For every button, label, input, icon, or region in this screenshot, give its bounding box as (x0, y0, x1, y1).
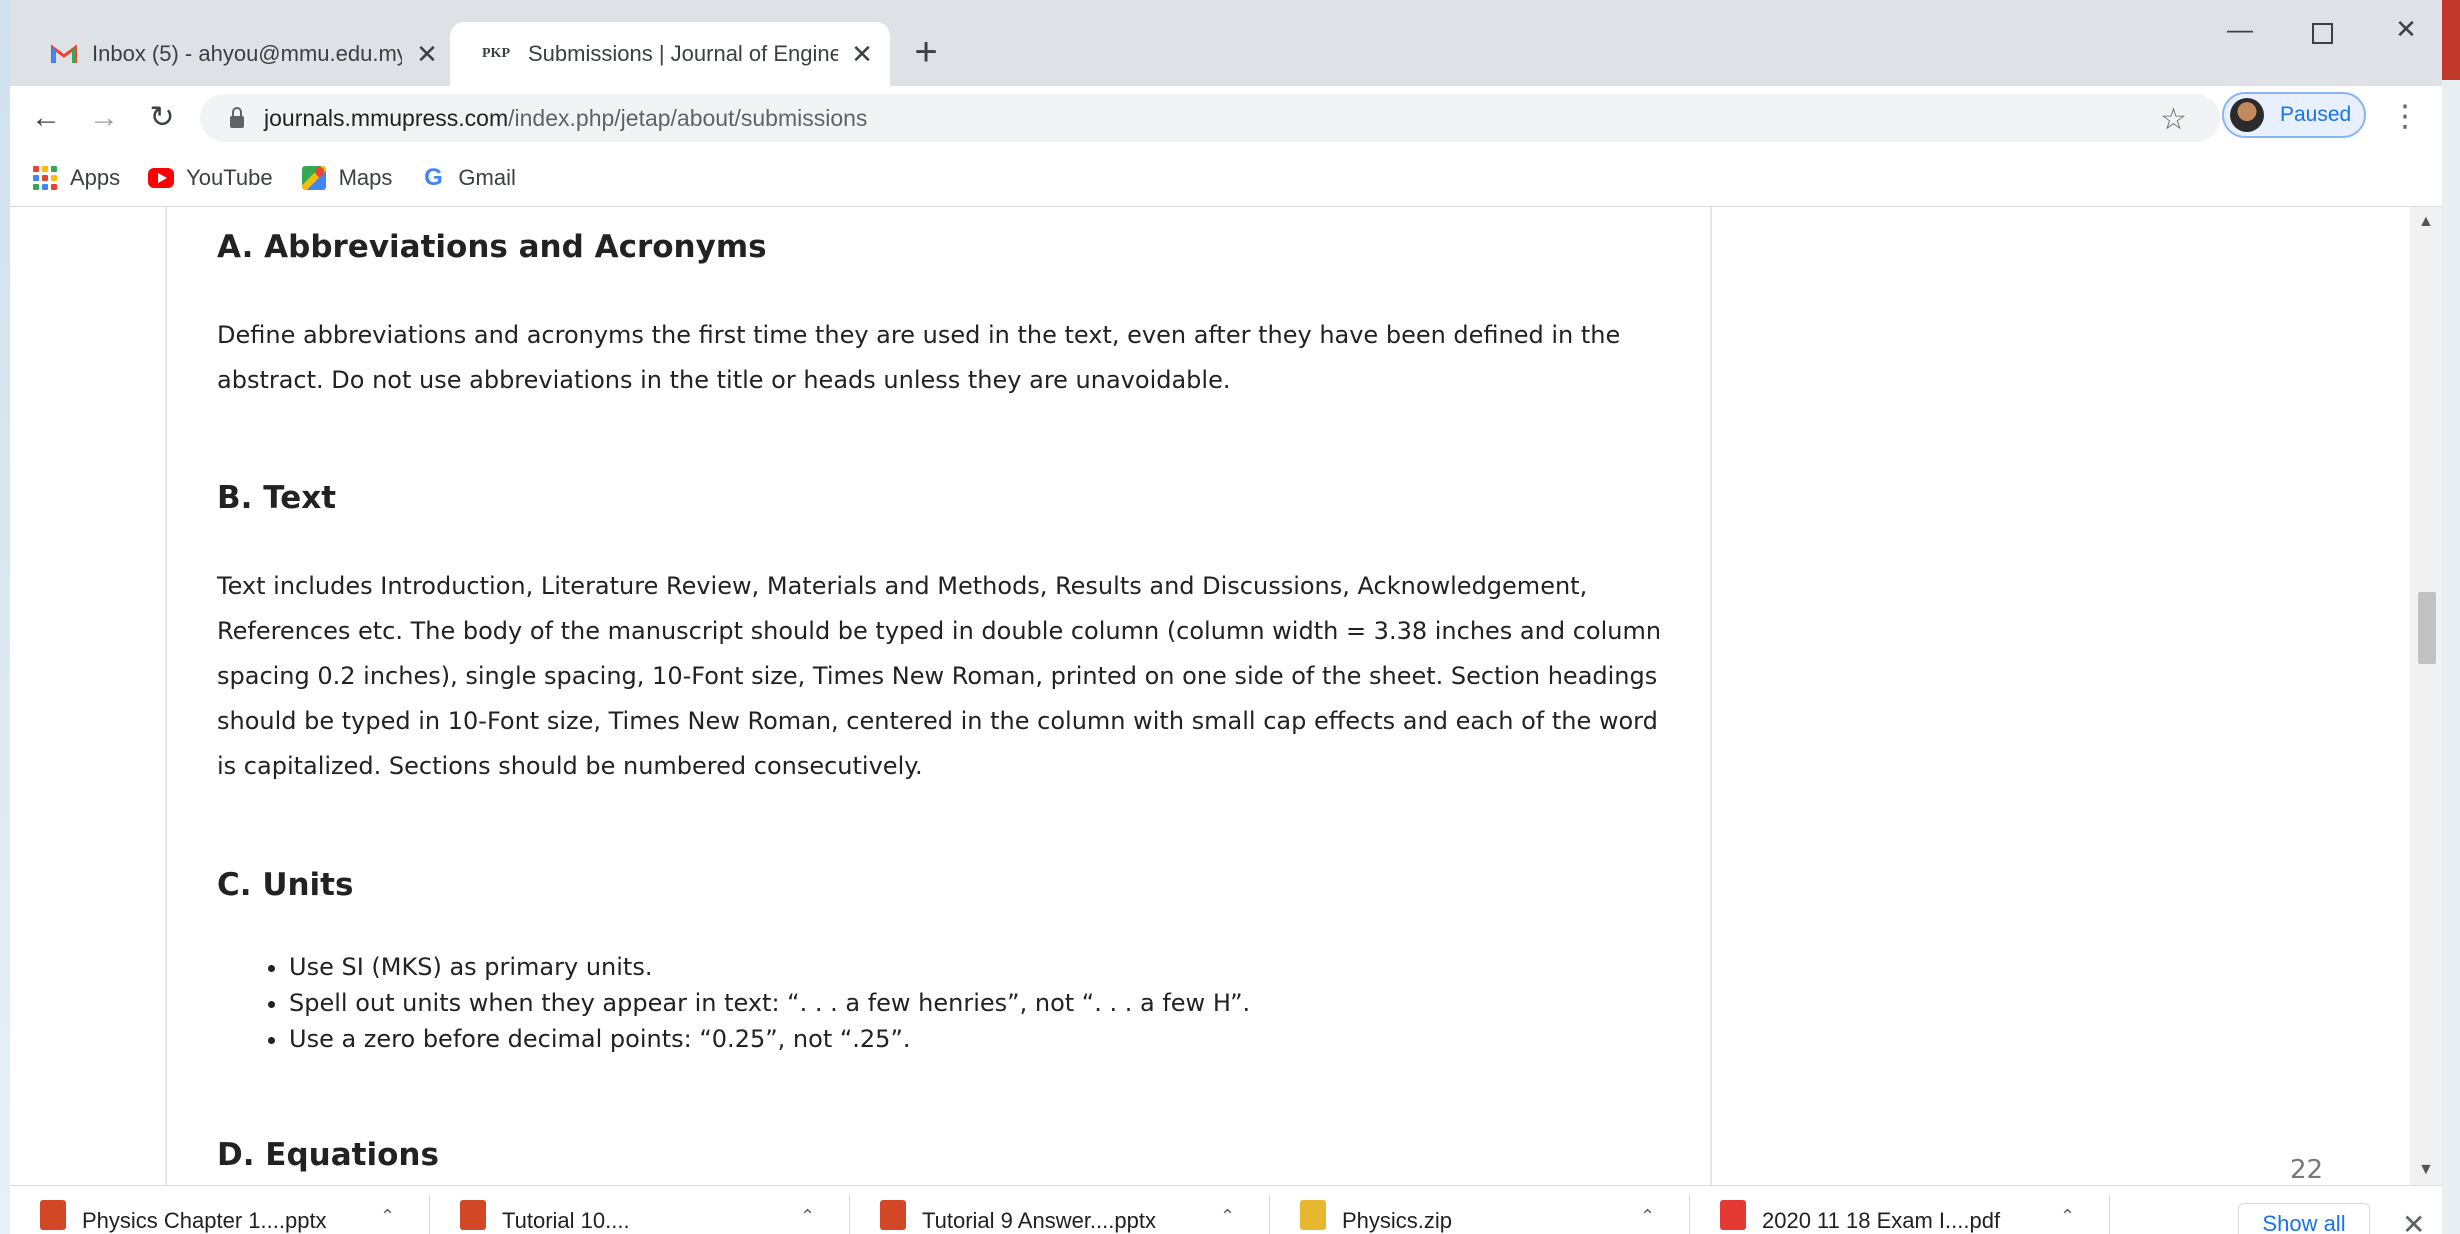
slide-page-number: 22 (2290, 1155, 2324, 1185)
tab-submissions[interactable]: PKP Submissions | Journal of Engineering… (450, 22, 890, 86)
profile-button[interactable]: Paused (2222, 92, 2366, 138)
chevron-up-icon[interactable]: ⌃ (380, 1206, 395, 1227)
youtube-icon (148, 165, 175, 191)
download-item[interactable]: Physics.zip ⌃ (1270, 1186, 1690, 1234)
section-body-abbreviations: Define abbreviations and acronyms the fi… (217, 321, 1621, 394)
download-item[interactable]: Physics Chapter 1....pptx ⌃ (10, 1186, 430, 1234)
tab-strip: Inbox (5) - ahyou@mmu.edu.my ✕ PKP Submi… (10, 0, 2442, 86)
list-item: Use a zero before decimal points: “0.25”… (289, 1021, 1250, 1057)
bookmark-label: Gmail (458, 165, 516, 190)
scroll-up-icon[interactable]: ▲ (2418, 213, 2434, 231)
pptx-file-icon (460, 1200, 486, 1230)
tab-title: Inbox (5) - ahyou@mmu.edu.my (92, 41, 402, 66)
bookmark-gmail[interactable]: G Gmail (420, 164, 516, 191)
download-bar: Physics Chapter 1....pptx ⌃ Tutorial 10.… (10, 1185, 2442, 1234)
section-body-text: Text includes Introduction, Literature R… (217, 572, 1662, 780)
download-item[interactable]: Tutorial 9 Answer....pptx ⌃ (850, 1186, 1270, 1234)
google-icon: G (424, 164, 443, 191)
bookmark-label: Apps (70, 165, 121, 190)
close-tab-icon[interactable]: ✕ (848, 40, 876, 68)
pptx-file-icon (880, 1200, 906, 1230)
reload-button[interactable]: ↻ (142, 98, 182, 138)
units-list: Use SI (MKS) as primary units. Spell out… (217, 949, 1250, 1057)
pdf-file-icon (1720, 1200, 1746, 1230)
tab-gmail-inbox[interactable]: Inbox (5) - ahyou@mmu.edu.my ✕ (30, 22, 455, 86)
list-item: Use SI (MKS) as primary units. (289, 949, 1250, 985)
column-divider (1710, 207, 1712, 1185)
show-all-downloads-button[interactable]: Show all (2238, 1203, 2370, 1234)
download-filename: Physics Chapter 1....pptx (82, 1208, 327, 1233)
maps-icon (301, 165, 327, 191)
page-content: A. Abbreviations and Acronyms Define abb… (10, 207, 2442, 1185)
menu-kebab-icon[interactable]: ⋮ (2390, 102, 2420, 132)
download-filename: 2020 11 18 Exam I....pdf (1762, 1208, 2001, 1233)
apps-grid-icon (32, 165, 58, 191)
bookmark-label: YouTube (186, 165, 273, 190)
divider (2109, 1194, 2110, 1234)
bookmark-maps[interactable]: Maps (301, 165, 393, 191)
new-tab-button[interactable]: + (908, 32, 944, 72)
gmail-icon (50, 40, 78, 68)
avatar (2230, 98, 2264, 132)
bookmark-star-icon[interactable]: ☆ (2160, 102, 2187, 137)
pptx-file-icon (40, 1200, 66, 1230)
forward-button[interactable]: → (84, 98, 124, 138)
download-filename: Tutorial 10.... (502, 1208, 630, 1233)
bookmark-youtube[interactable]: YouTube (148, 165, 273, 191)
close-download-bar-icon[interactable]: ✕ (2402, 1208, 2425, 1234)
back-button[interactable]: ← (26, 98, 66, 138)
scroll-down-icon[interactable]: ▼ (2418, 1161, 2434, 1179)
section-heading-equations: D. Equations (217, 1137, 439, 1173)
url-text: journals.mmupress.com/index.php/jetap/ab… (264, 104, 868, 131)
vertical-scrollbar[interactable]: ▲ ▼ (2410, 207, 2442, 1185)
column-divider (165, 207, 167, 1185)
pkp-icon: PKP (482, 46, 510, 61)
download-item[interactable]: Tutorial 10.... ⌃ (430, 1186, 850, 1234)
chevron-up-icon[interactable]: ⌃ (1220, 1206, 1235, 1227)
download-filename: Tutorial 9 Answer....pptx (922, 1208, 1156, 1233)
bookmark-apps[interactable]: Apps (32, 165, 120, 191)
zip-file-icon (1300, 1200, 1326, 1230)
bookmarks-bar: Apps YouTube Maps G Gmail (10, 150, 2442, 207)
background-window-edge (2441, 0, 2460, 1234)
section-heading-abbreviations: A. Abbreviations and Acronyms (217, 229, 767, 265)
toolbar: ← → ↻ journals.mmupress.com/index.php/je… (10, 86, 2442, 150)
list-item: Spell out units when they appear in text… (289, 985, 1250, 1021)
bookmark-label: Maps (338, 165, 393, 190)
tab-title: Submissions | Journal of Engineering (528, 41, 838, 66)
maximize-button[interactable] (2292, 14, 2352, 54)
minimize-button[interactable]: — (2210, 14, 2270, 54)
chevron-up-icon[interactable]: ⌃ (2060, 1206, 2075, 1227)
chevron-up-icon[interactable]: ⌃ (1640, 1206, 1655, 1227)
download-filename: Physics.zip (1342, 1208, 1453, 1233)
desktop-background (0, 0, 10, 1234)
profile-status: Paused (2280, 103, 2352, 126)
chevron-up-icon[interactable]: ⌃ (800, 1206, 815, 1227)
download-item[interactable]: 2020 11 18 Exam I....pdf ⌃ (1690, 1186, 2110, 1234)
lock-icon (230, 107, 244, 128)
close-window-button[interactable]: ✕ (2376, 14, 2436, 54)
section-heading-text: B. Text (217, 480, 337, 516)
section-heading-units: C. Units (217, 867, 354, 903)
address-bar[interactable]: journals.mmupress.com/index.php/jetap/ab… (200, 94, 2220, 142)
browser-window: Inbox (5) - ahyou@mmu.edu.my ✕ PKP Submi… (10, 0, 2442, 1234)
close-tab-icon[interactable]: ✕ (413, 40, 441, 68)
scrollbar-thumb[interactable] (2418, 592, 2436, 664)
